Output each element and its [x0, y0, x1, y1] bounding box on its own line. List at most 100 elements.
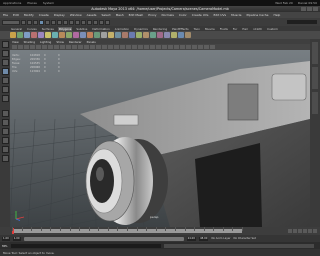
menu-display[interactable]: Display — [54, 13, 65, 17]
shelf-tab-surfaces[interactable]: Surfaces — [41, 27, 55, 31]
shelf-tab-deformation[interactable]: Deformation — [91, 27, 110, 31]
viewport-toolbar-icon[interactable] — [132, 45, 137, 49]
viewport-toolbar-icon[interactable] — [138, 45, 143, 49]
menu-normals[interactable]: Normals — [162, 13, 174, 17]
viewport-toolbar-icon[interactable] — [210, 45, 215, 49]
viewport-toolbar-icon[interactable] — [144, 45, 149, 49]
command-language-label[interactable]: MEL — [2, 244, 8, 248]
menu-pipeline-cache[interactable]: Pipeline Cache — [246, 13, 268, 17]
perspective-outliner-layout-icon[interactable] — [1, 128, 9, 135]
shelf-tool-icon[interactable] — [157, 32, 163, 38]
viewport-toolbar-icon[interactable] — [174, 45, 179, 49]
mask-icon[interactable] — [57, 19, 62, 25]
shelf-tool-icon[interactable] — [24, 32, 30, 38]
snap-point-icon[interactable] — [75, 19, 80, 25]
menu-mesh[interactable]: Mesh — [116, 13, 124, 17]
snap-curve-icon[interactable] — [69, 19, 74, 25]
shelf-tool-icon[interactable] — [73, 32, 79, 38]
viewport-toolbar-icon[interactable] — [102, 45, 107, 49]
shelf-tool-icon[interactable] — [10, 32, 16, 38]
shelf-tool-icon[interactable] — [171, 32, 177, 38]
viewport-menu-panels[interactable]: Panels — [87, 40, 96, 44]
menu-window[interactable]: Window — [70, 13, 82, 17]
shelf-tool-icon[interactable] — [38, 32, 44, 38]
viewport-toolbar-icon[interactable] — [120, 45, 125, 49]
playback-end-field[interactable]: 24.00 — [186, 236, 196, 241]
shelf-tab-painteffects[interactable]: PaintEffects — [171, 27, 189, 31]
menu-edit-mesh[interactable]: Edit Mesh — [129, 13, 144, 17]
viewport-toolbar-icon[interactable] — [168, 45, 173, 49]
viewport-toolbar-icon[interactable] — [192, 45, 197, 49]
open-scene-icon[interactable] — [27, 19, 32, 25]
viewport-toolbar-icon[interactable] — [198, 45, 203, 49]
viewport-toolbar-icon[interactable] — [18, 45, 23, 49]
menu-select[interactable]: Select — [101, 13, 110, 17]
range-bar[interactable] — [23, 236, 184, 241]
viewport-toolbar-icon[interactable] — [42, 45, 47, 49]
viewport-toolbar-icon[interactable] — [60, 45, 65, 49]
shelf-tool-icon[interactable] — [136, 32, 142, 38]
menu-file[interactable]: File — [3, 13, 8, 17]
shelf-tool-icon[interactable] — [94, 32, 100, 38]
viewport-toolbar-icon[interactable] — [96, 45, 101, 49]
play-forwards-icon[interactable] — [303, 229, 307, 233]
viewport-toolbar-icon[interactable] — [150, 45, 155, 49]
shelf-tool-icon[interactable] — [178, 32, 184, 38]
shelf-tab-muscle[interactable]: Muscle — [204, 27, 216, 31]
tool-settings-tab[interactable] — [312, 92, 318, 114]
scale-tool-icon[interactable] — [1, 86, 9, 93]
snap-grid-icon[interactable] — [63, 19, 68, 25]
move-tool-icon[interactable] — [1, 68, 9, 75]
shelf-tool-icon[interactable] — [150, 32, 156, 38]
close-button[interactable] — [313, 7, 318, 11]
viewport-toolbar-icon[interactable] — [36, 45, 41, 49]
go-to-end-icon[interactable] — [313, 229, 317, 233]
select-by-component-icon[interactable] — [51, 19, 56, 25]
hypershade-layout-icon[interactable] — [1, 146, 9, 153]
time-slider[interactable] — [0, 227, 320, 235]
menu-proxy[interactable]: Proxy — [148, 13, 156, 17]
menu-assets[interactable]: Assets — [87, 13, 97, 17]
shelf-tool-icon[interactable] — [87, 32, 93, 38]
four-view-layout-icon[interactable] — [1, 119, 9, 126]
shelf-tab-hair[interactable]: Hair — [241, 27, 249, 31]
select-by-hierarchy-icon[interactable] — [39, 19, 44, 25]
shelf-tool-icon[interactable] — [52, 32, 58, 38]
shelf-tab-curves[interactable]: Curves — [26, 27, 38, 31]
minimize-button[interactable] — [301, 7, 306, 11]
shelf-tab-custom[interactable]: Custom — [266, 27, 279, 31]
viewport-toolbar-icon[interactable] — [108, 45, 113, 49]
shelf-tool-icon[interactable] — [185, 32, 191, 38]
os-menu-applications[interactable]: Applications — [3, 1, 21, 5]
select-tool-icon[interactable] — [1, 41, 9, 48]
viewport-toolbar-icon[interactable] — [126, 45, 131, 49]
command-input[interactable] — [10, 243, 161, 248]
menu-create-uvs[interactable]: Create UVs — [192, 13, 209, 17]
menu-modify[interactable]: Modify — [24, 13, 34, 17]
viewport-toolbar-icon[interactable] — [30, 45, 35, 49]
shelf-tool-icon[interactable] — [66, 32, 72, 38]
os-menu-system[interactable]: System — [43, 1, 54, 5]
shelf-tab-toon[interactable]: Toon — [193, 27, 201, 31]
rotate-tool-icon[interactable] — [1, 77, 9, 84]
menu-color[interactable]: Color — [179, 13, 187, 17]
shelf-tool-icon[interactable] — [17, 32, 23, 38]
play-backwards-icon[interactable] — [298, 229, 302, 233]
shelf-tab-fur[interactable]: Fur — [232, 27, 238, 31]
shelf-tool-icon[interactable] — [101, 32, 107, 38]
viewport-menu-show[interactable]: Show — [56, 40, 64, 44]
single-perspective-layout-icon[interactable] — [1, 110, 9, 117]
history-icon[interactable] — [87, 19, 92, 25]
animation-end-field[interactable]: 48.00 — [199, 236, 209, 241]
shelf-tool-icon[interactable] — [164, 32, 170, 38]
snap-plane-icon[interactable] — [81, 19, 86, 25]
anim-layer-dropdown[interactable]: No Anim Layer — [211, 237, 230, 240]
attribute-editor-tab[interactable] — [312, 67, 318, 89]
quick-select-field[interactable] — [287, 20, 317, 24]
save-scene-icon[interactable] — [33, 19, 38, 25]
shelf-tab-subdivs[interactable]: Subdivs — [75, 27, 88, 31]
shelf-tab-dynamics[interactable]: Dynamics — [133, 27, 149, 31]
shelf-tool-icon[interactable] — [122, 32, 128, 38]
shelf-tab-fluids[interactable]: Fluids — [219, 27, 229, 31]
animation-start-field[interactable]: 1.00 — [2, 236, 10, 241]
